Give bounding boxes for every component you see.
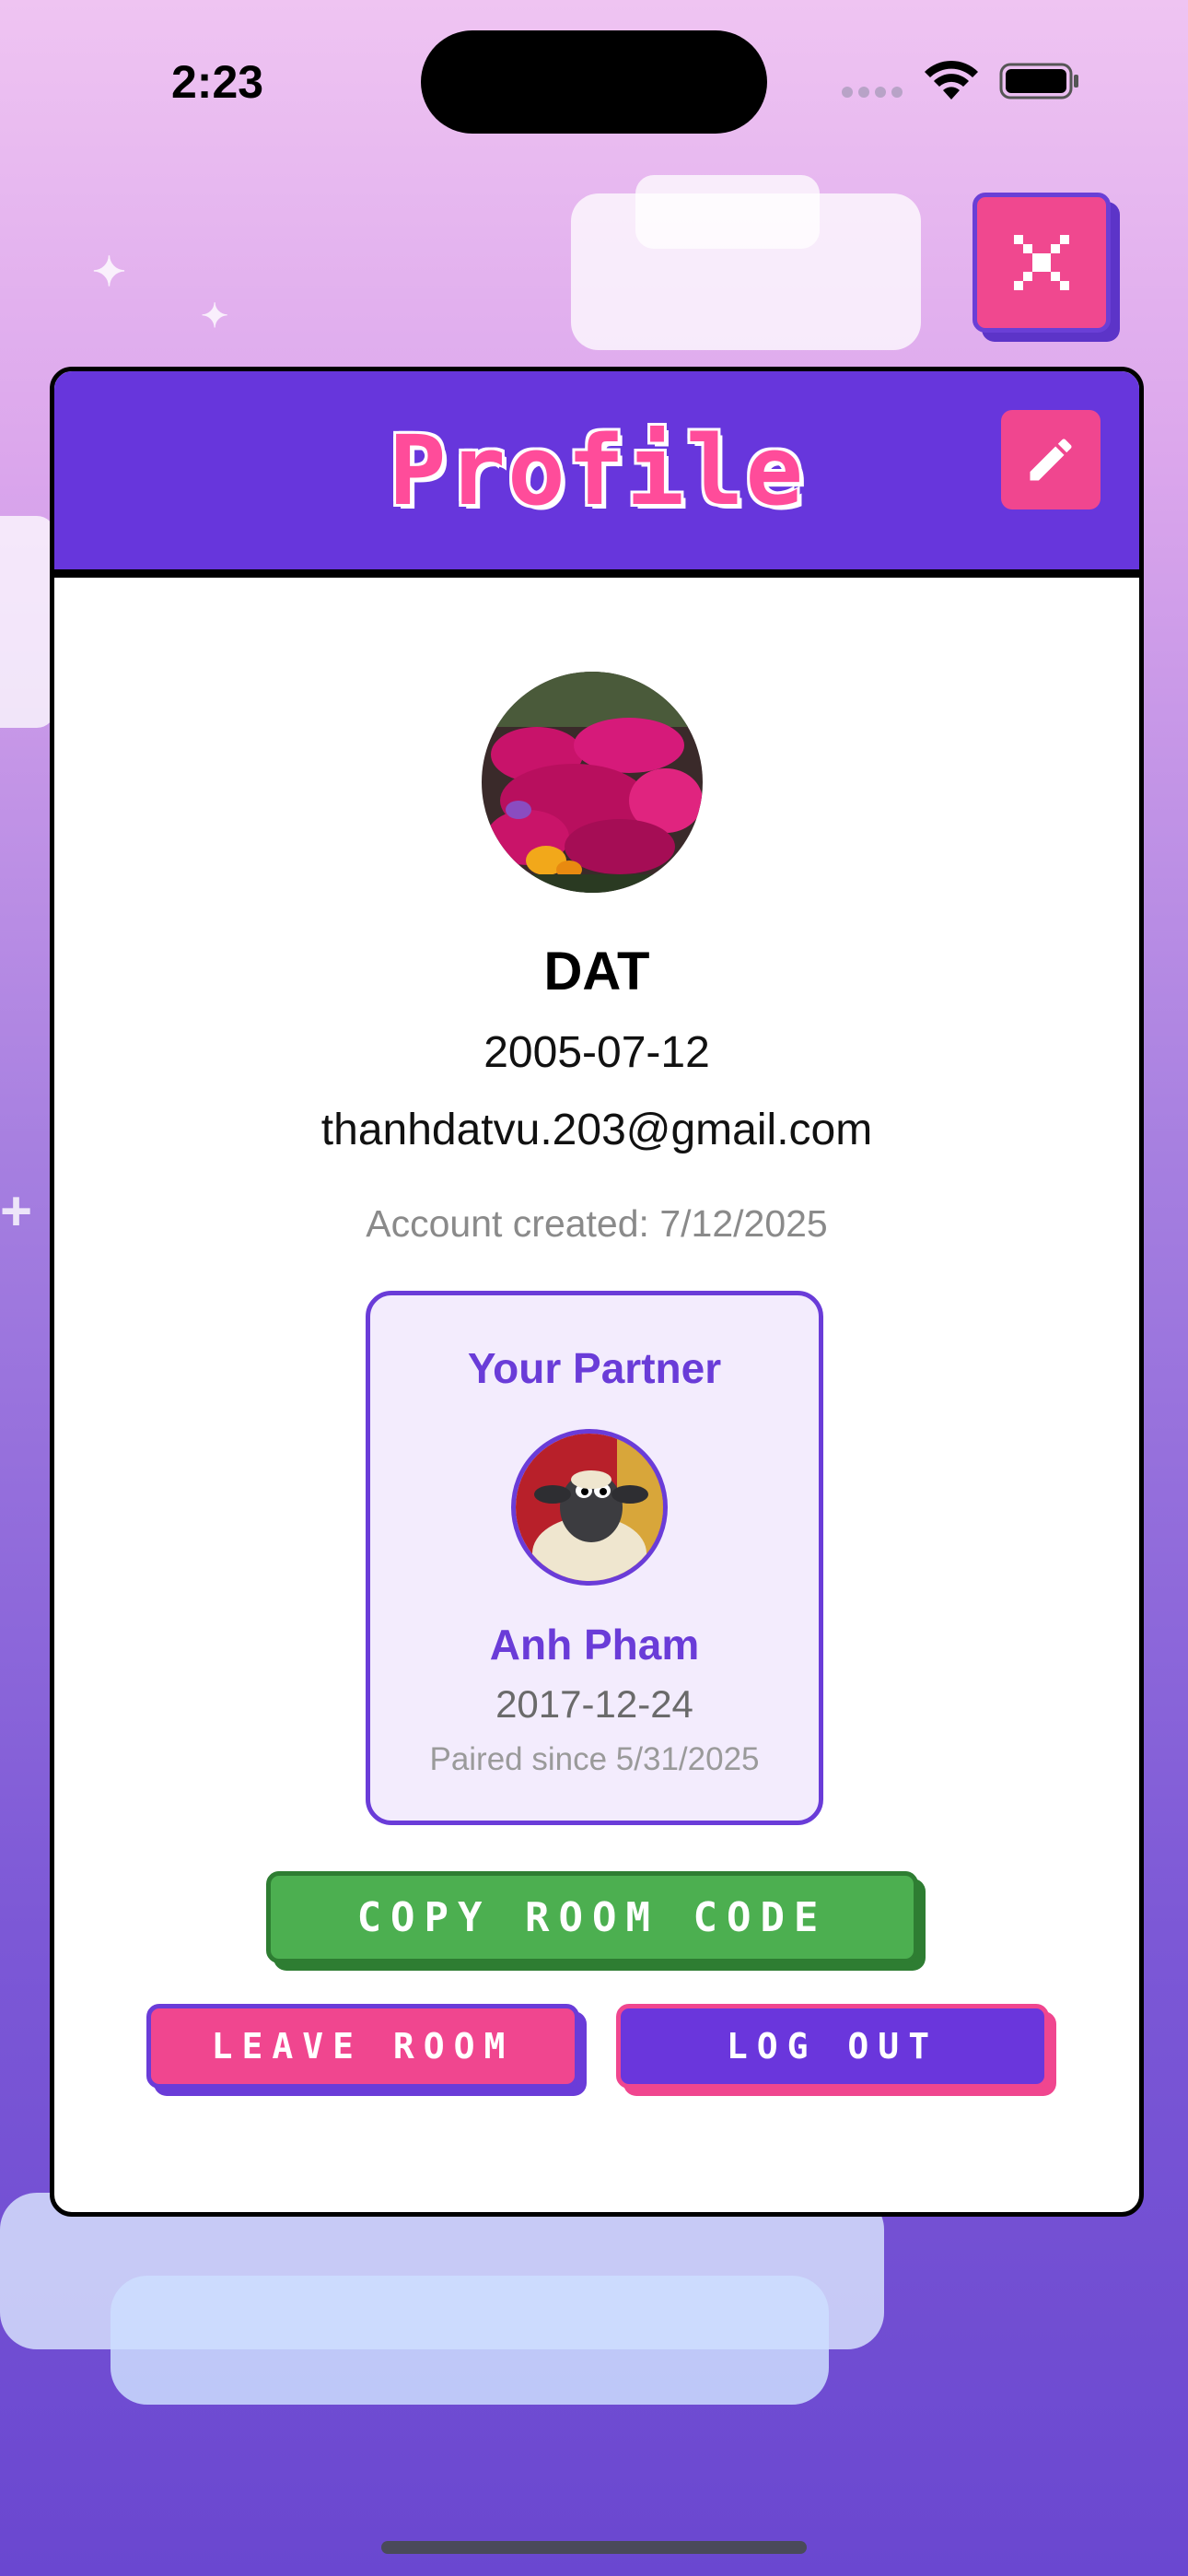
- log-out-button[interactable]: LOG OUT: [616, 2004, 1049, 2089]
- sparkle-icon: ✦: [92, 250, 126, 295]
- partner-title: Your Partner: [467, 1344, 722, 1392]
- page-title: Profile: [388, 414, 806, 527]
- leave-room-button[interactable]: LEAVE ROOM: [146, 2004, 579, 2089]
- profile-name: DAT: [543, 942, 650, 1001]
- partner-name: Anh Pham: [489, 1621, 700, 1669]
- home-indicator[interactable]: [381, 2541, 807, 2554]
- card-header: Profile: [54, 371, 1139, 578]
- pencil-icon: [1030, 439, 1072, 481]
- partner-birthdate: 2017-12-24: [495, 1682, 693, 1726]
- cloud-decoration: [0, 516, 55, 728]
- sparkle-icon: +: [0, 1180, 33, 1242]
- wifi-icon: [925, 60, 978, 100]
- cloud-decoration: [635, 175, 820, 249]
- paired-since: Paired since 5/31/2025: [429, 1741, 760, 1777]
- partner-card: Your Partner Anh Pham 2017-12-24 Paired …: [366, 1291, 823, 1825]
- close-button[interactable]: [973, 193, 1111, 333]
- profile-birthdate: 2005-07-12: [483, 1028, 710, 1077]
- status-time: 2:23: [171, 56, 264, 108]
- edit-profile-button[interactable]: [1001, 410, 1101, 509]
- account-created: Account created: 7/12/2025: [366, 1202, 828, 1245]
- cloud-decoration: [111, 2276, 829, 2405]
- copy-room-code-button[interactable]: COPY ROOM CODE: [266, 1871, 918, 1963]
- close-icon: [1014, 235, 1069, 290]
- cellular-signal-icon: [842, 87, 903, 98]
- sparkle-icon: ✦: [201, 297, 229, 334]
- flower-photo: [482, 672, 703, 893]
- profile-email: thanhdatvu.203@gmail.com: [320, 1106, 873, 1154]
- profile-card: Profile DAT 2005-07-12 thanhdatvu.203@gm…: [50, 367, 1144, 2217]
- sheep-photo: [516, 1434, 663, 1581]
- partner-avatar[interactable]: [511, 1429, 668, 1586]
- dynamic-island: [421, 30, 767, 134]
- avatar[interactable]: [482, 672, 703, 893]
- battery-icon: [999, 63, 1078, 100]
